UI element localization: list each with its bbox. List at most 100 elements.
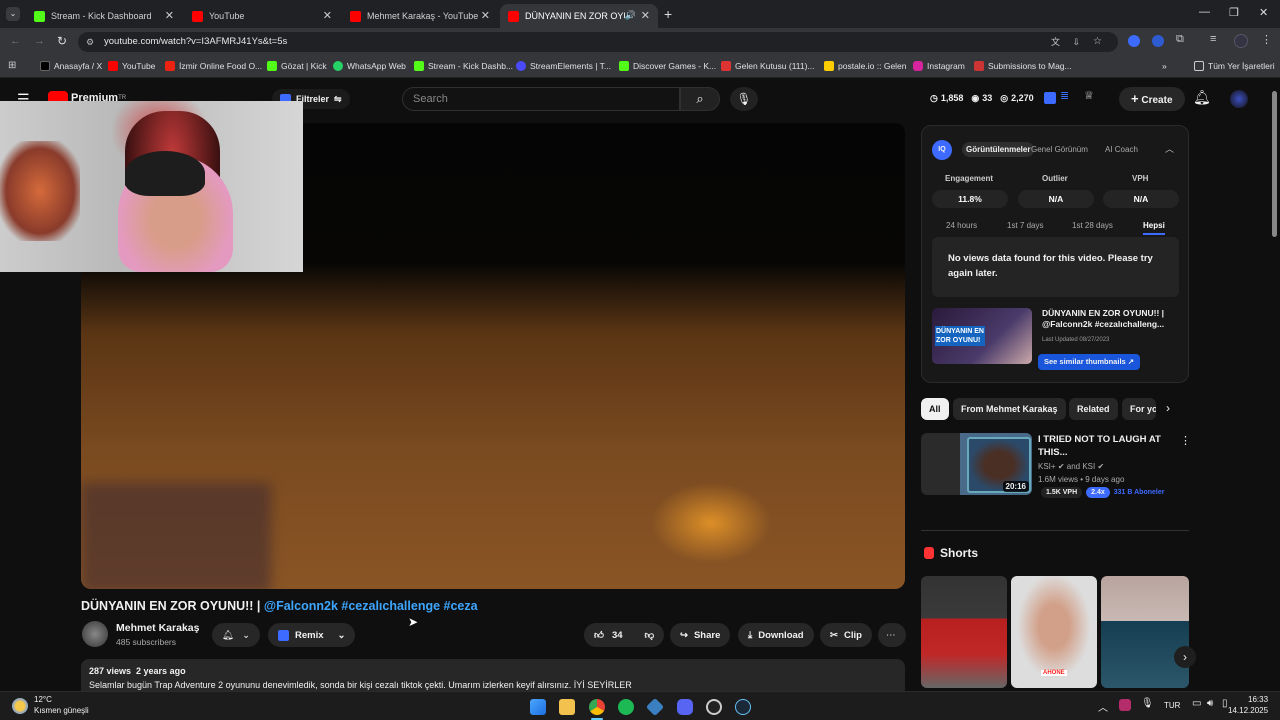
all-bookmarks[interactable]: Tüm Yer İşaretleri [1194, 61, 1275, 71]
share-button[interactable]: ↪ Share [670, 623, 731, 647]
tab-kick-dashboard[interactable]: Stream - Kick Dashboard ✕ [26, 4, 182, 28]
tray-app-icon[interactable] [1119, 699, 1131, 711]
tab-youtube[interactable]: YouTube ✕ [184, 4, 340, 28]
chip-all[interactable]: All [921, 398, 949, 420]
bookmark-item[interactable]: İzmir Online Food O... [165, 61, 262, 71]
extension-icon[interactable] [1128, 35, 1140, 47]
bookmark-item[interactable]: Gözat | Kick [267, 61, 327, 71]
speaker-icon[interactable]: 🔊 [625, 10, 636, 21]
thumbnail-preview[interactable]: DÜNYANIN EN ZOR OYUNU! [932, 308, 1032, 364]
bookmark-item[interactable]: Discover Games - K... [619, 61, 716, 71]
tab-search-button[interactable]: ⌄ [6, 7, 20, 21]
avatar[interactable] [1230, 90, 1248, 108]
short-thumbnail-1[interactable] [921, 576, 1007, 688]
tab-active-video[interactable]: DÜNYANIN EN ZOR OYUNU! 🔊 ✕ [500, 4, 658, 28]
volume-icon[interactable]: 🔊︎ [1207, 698, 1213, 709]
bookmark-item[interactable]: Gelen Kutusu (111)... [721, 61, 815, 71]
similar-thumbnails-button[interactable]: See similar thumbnails ↗ [1038, 354, 1141, 370]
media-control-icon[interactable]: ≡ [1210, 33, 1216, 45]
trophy-icon[interactable]: ♕ [1084, 89, 1094, 102]
url-field[interactable]: ⚙ youtube.com/watch?v=I3AFMRJ41Ys&t=5s 文… [78, 32, 1118, 52]
bell-icon[interactable]: 🔔︎ [1193, 89, 1211, 106]
description-box[interactable]: 287 views 2 years ago Selamlar bugün Tra… [81, 659, 905, 691]
profile-avatar[interactable] [1234, 34, 1248, 48]
clip-button[interactable]: ✂ Clip [820, 623, 872, 647]
tab-ai-coach[interactable]: AI Coach [1105, 145, 1138, 154]
iq-icon[interactable] [1044, 92, 1056, 104]
search-button[interactable]: ⌕ [680, 87, 720, 111]
forward-icon[interactable]: → [34, 35, 45, 47]
bookmark-item[interactable]: Submissions to Mag... [974, 61, 1072, 71]
close-icon[interactable]: ✕ [165, 9, 174, 22]
tab-mehmet-karakas[interactable]: Mehmet Karakaş - YouTube ✕ [342, 4, 498, 28]
windows-start-icon[interactable] [530, 699, 546, 715]
close-icon[interactable]: ✕ [481, 9, 490, 22]
related-title[interactable]: I TRIED NOT TO LAUGH AT THIS... [1038, 433, 1163, 459]
close-icon[interactable]: ✕ [323, 9, 332, 22]
collapse-icon[interactable]: ︿ [1165, 142, 1174, 155]
bookmark-star-icon[interactable]: ☆ [1093, 32, 1102, 52]
spotify-icon[interactable] [618, 699, 634, 715]
range-7d[interactable]: 1st 7 days [1007, 221, 1043, 230]
channel-name[interactable]: Mehmet Karakaş [116, 622, 199, 634]
bookmark-item[interactable]: Instagram [913, 61, 965, 71]
tray-chevron-icon[interactable]: ︿ [1098, 699, 1108, 714]
create-button[interactable]: + Create [1119, 87, 1185, 111]
bookmark-item[interactable]: StreamElements | T... [516, 61, 611, 71]
like-button[interactable]: 👍︎ 34 👎︎ [584, 623, 665, 647]
menu-icon[interactable]: ⋮ [1261, 33, 1272, 46]
tab-views[interactable]: Görüntülenmeler [962, 142, 1035, 157]
tab-overview[interactable]: Genel Görünüm [1031, 145, 1088, 154]
more-actions-button[interactable]: ⋯ [878, 623, 906, 647]
range-28d[interactable]: 1st 28 days [1072, 221, 1113, 230]
bookmark-item[interactable]: YouTube [108, 61, 155, 71]
short-thumbnail-3[interactable] [1101, 576, 1189, 688]
chip-for-you[interactable]: For yo [1122, 398, 1156, 420]
chevron-right-icon[interactable]: › [1166, 401, 1170, 415]
bookmark-item[interactable]: WhatsApp Web [333, 61, 406, 71]
obs-icon[interactable] [706, 699, 722, 715]
search-input[interactable]: Search [402, 87, 680, 111]
mic-tray-icon[interactable]: 🎙 [1141, 698, 1154, 709]
language-indicator[interactable]: TUR [1164, 701, 1180, 710]
list-icon[interactable]: ≣ [1060, 89, 1069, 102]
bookmark-item[interactable]: Anasayfa / X [40, 61, 102, 71]
range-24h[interactable]: 24 hours [946, 221, 977, 230]
site-info-icon[interactable]: ⚙ [86, 32, 94, 52]
install-icon[interactable]: ⇩ [1072, 32, 1080, 52]
clock-date[interactable]: 14.12.2025 [1228, 706, 1268, 715]
window-close-icon[interactable]: ✕ [1259, 6, 1268, 19]
reload-icon[interactable]: ↻ [57, 34, 67, 48]
bookmark-item[interactable]: Stream - Kick Dashb... [414, 61, 513, 71]
steam-icon[interactable] [735, 699, 751, 715]
channel-avatar[interactable] [82, 621, 108, 647]
chip-from-channel[interactable]: From Mehmet Karakaş [953, 398, 1066, 420]
clock-time[interactable]: 16:33 [1248, 695, 1268, 704]
bookmark-item[interactable]: postale.io :: Gelen [824, 61, 907, 71]
download-button[interactable]: ⤓ Download [738, 623, 814, 647]
remix-button[interactable]: Remix ⌄ [268, 623, 356, 647]
close-icon[interactable]: ✕ [641, 9, 650, 22]
network-icon[interactable]: ▭ [1192, 698, 1201, 709]
thumbs-down-icon[interactable]: 👎︎ [645, 629, 655, 641]
related-thumbnail[interactable]: 20:16 [921, 433, 1032, 495]
weather-icon[interactable] [12, 698, 28, 714]
discord-icon[interactable] [677, 699, 693, 715]
battery-icon[interactable]: ▯ [1222, 698, 1228, 709]
shorts-next-button[interactable]: › [1174, 646, 1196, 668]
minimize-icon[interactable]: — [1199, 6, 1210, 18]
apps-icon[interactable]: ⊞ [8, 60, 16, 71]
app-icon[interactable] [645, 697, 665, 717]
chrome-icon[interactable] [589, 699, 605, 715]
more-icon[interactable]: ⋮ [1180, 434, 1191, 447]
voice-search-button[interactable]: 🎙 [730, 87, 758, 111]
range-all[interactable]: Hepsi [1143, 221, 1165, 235]
extension-icon-2[interactable] [1152, 35, 1164, 47]
video-hashtags[interactable]: @Falconn2k #cezalıchallenge #ceza [264, 599, 478, 613]
back-icon[interactable]: ← [10, 35, 21, 47]
translate-icon[interactable]: 文 [1051, 32, 1060, 52]
more-bookmarks-icon[interactable]: » [1162, 61, 1167, 71]
chip-related[interactable]: Related [1069, 398, 1118, 420]
scrollbar[interactable] [1272, 91, 1277, 237]
file-explorer-icon[interactable] [559, 699, 575, 715]
